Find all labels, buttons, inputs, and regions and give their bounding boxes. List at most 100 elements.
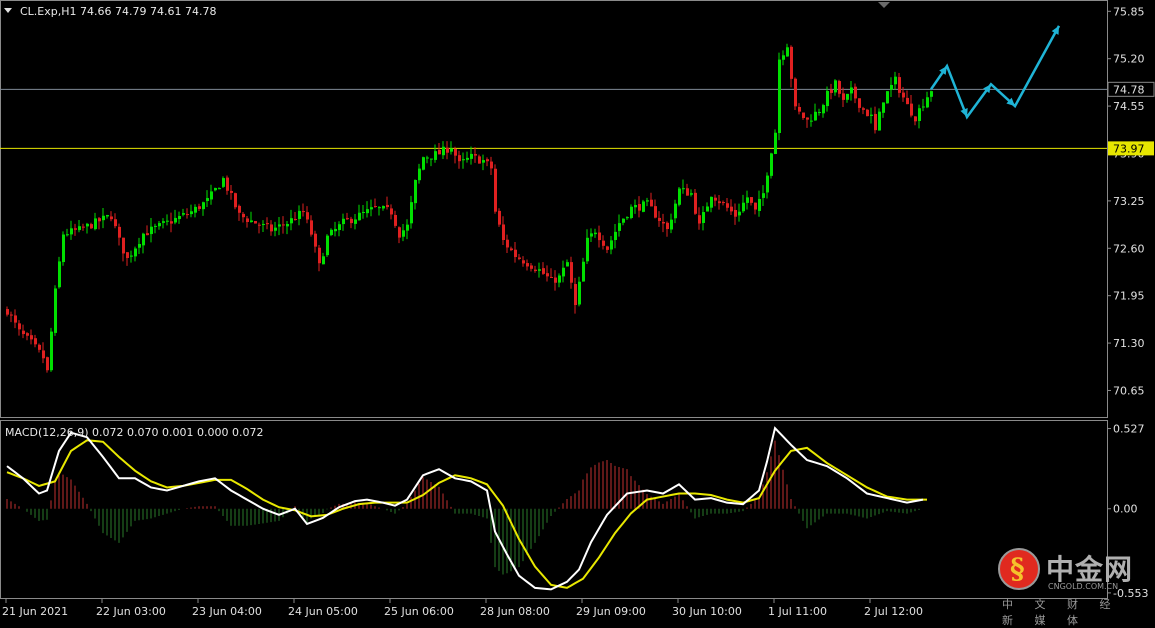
chart-shift-marker[interactable] — [878, 2, 890, 8]
candle-body — [922, 106, 925, 108]
candle-body — [550, 276, 553, 278]
candle-body — [662, 221, 665, 224]
candle-body — [454, 148, 457, 156]
chart-canvas: 75.8575.2074.5573.9073.2572.6071.9571.30… — [0, 0, 1155, 618]
candle-body — [182, 213, 185, 215]
candle-body — [450, 148, 453, 152]
time-tick-label: 30 Jun 10:00 — [672, 605, 742, 618]
candle-body — [314, 233, 317, 247]
candle-body — [778, 59, 781, 133]
candle-body — [446, 147, 449, 153]
candle-body — [554, 277, 557, 283]
macd-signal-line — [6, 439, 927, 589]
candle-body — [398, 227, 401, 238]
candle-body — [206, 198, 209, 202]
candle-body — [614, 231, 617, 241]
candle-body — [518, 257, 521, 259]
candle-body — [898, 77, 901, 93]
candle-body — [246, 218, 249, 222]
candle-body — [598, 232, 601, 241]
candle-body — [266, 223, 269, 225]
candle-body — [642, 201, 645, 212]
candle-body — [602, 240, 605, 246]
time-tick-label: 23 Jun 04:00 — [192, 605, 262, 618]
candle-body — [522, 260, 525, 264]
candle-body — [478, 156, 481, 164]
candle-body — [638, 204, 641, 211]
candle-body — [110, 216, 113, 220]
candle-body — [930, 91, 933, 97]
candle-body — [466, 157, 469, 160]
candle-body — [442, 146, 445, 156]
candle-body — [34, 338, 37, 345]
candle-body — [582, 261, 585, 282]
candle-body — [606, 246, 609, 250]
time-tick-label: 21 Jun 2021 — [2, 605, 68, 618]
candle-body — [422, 157, 425, 170]
candle-body — [154, 225, 157, 227]
candle-body — [586, 237, 589, 262]
candle-body — [306, 212, 309, 220]
candle-body — [530, 265, 533, 269]
candle-body — [738, 211, 741, 216]
candle-body — [710, 196, 713, 208]
candle-body — [358, 212, 361, 221]
candle-body — [762, 193, 765, 198]
candle-body — [434, 151, 437, 160]
candle-body — [106, 215, 109, 217]
chart-menu-triangle-icon[interactable] — [4, 8, 12, 13]
candle-body — [194, 206, 197, 213]
price-tick-label: 73.25 — [1113, 195, 1145, 208]
time-tick-label: 24 Jun 05:00 — [288, 605, 358, 618]
candle-body — [26, 333, 29, 336]
candle-body — [326, 235, 329, 256]
candle-body — [126, 252, 129, 259]
price-tick-label: 75.20 — [1113, 53, 1145, 66]
time-tick-label: 28 Jun 08:00 — [480, 605, 550, 618]
candle-body — [386, 204, 389, 208]
candle-body — [890, 84, 893, 90]
time-tick-label: 1 Jul 11:00 — [768, 605, 827, 618]
candle-body — [566, 262, 569, 267]
cngold-logo-icon — [998, 548, 1040, 590]
candle-body — [230, 190, 233, 193]
candle-body — [58, 261, 61, 288]
candle-body — [874, 113, 877, 131]
candle-body — [318, 247, 321, 264]
candle-body — [886, 91, 889, 104]
candle-body — [514, 249, 517, 258]
price-axis: 75.8575.2074.5573.9073.2572.6071.9571.30… — [1107, 5, 1155, 397]
time-tick-label: 29 Jun 09:00 — [576, 605, 646, 618]
candle-body — [350, 218, 353, 224]
candle-body — [134, 248, 137, 257]
candle-body — [198, 206, 201, 209]
candle-body — [238, 205, 241, 213]
candle-body — [46, 357, 49, 371]
candle-body — [366, 209, 369, 214]
candle-body — [406, 224, 409, 231]
candle-body — [822, 105, 825, 114]
candle-body — [130, 255, 133, 257]
candle-body — [578, 281, 581, 305]
candle-body — [102, 215, 105, 221]
candle-body — [702, 212, 705, 224]
candle-body — [294, 218, 297, 220]
candle-body — [794, 78, 797, 107]
candle-body — [118, 226, 121, 238]
candle-body — [646, 200, 649, 202]
candle-body — [846, 93, 849, 100]
candle-body — [214, 187, 217, 191]
candle-body — [38, 344, 41, 350]
candle-body — [330, 229, 333, 236]
time-tick-label: 25 Jun 06:00 — [384, 605, 454, 618]
candle-body — [362, 211, 365, 214]
candle-body — [510, 248, 513, 251]
candle-body — [718, 201, 721, 204]
support-price-label: 73.97 — [1113, 142, 1145, 155]
candle-body — [878, 111, 881, 131]
candle-body — [290, 218, 293, 224]
candle-body — [802, 112, 805, 118]
candle-body — [594, 232, 597, 235]
candle-body — [402, 230, 405, 237]
price-tick-label: 75.85 — [1113, 5, 1145, 18]
